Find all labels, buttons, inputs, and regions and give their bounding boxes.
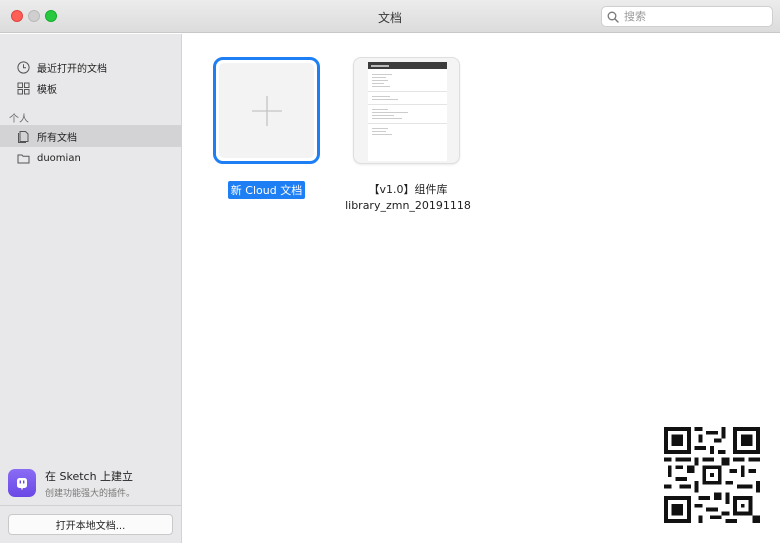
- sidebar-item-recent[interactable]: 最近打开的文档: [0, 56, 181, 78]
- document-title[interactable]: 【v1.0】组件库 library_zmn_20191118: [333, 182, 483, 214]
- qr-code-image: [664, 427, 760, 523]
- folder-icon: [16, 151, 30, 165]
- sidebar-divider: [0, 505, 181, 506]
- plus-icon: [251, 95, 282, 126]
- new-cloud-document-label[interactable]: 新 Cloud 文档: [227, 181, 306, 199]
- sidebar-item-label: 所有文档: [37, 132, 77, 144]
- sidebar-item-templates[interactable]: 模板: [0, 77, 181, 99]
- sidebar-item-duomian[interactable]: duomian: [0, 147, 181, 169]
- title-bar: 文档: [0, 0, 780, 33]
- search-input[interactable]: [624, 10, 764, 23]
- sidebar: 最近打开的文档 模板 个人 所有文档 duomian 在 Sketch 上建立 …: [0, 34, 182, 543]
- section-label-personal: 个人: [9, 114, 29, 125]
- clock-icon: [16, 60, 30, 74]
- document-thumbnail[interactable]: [353, 57, 460, 164]
- search-icon: [607, 11, 619, 23]
- sidebar-item-label: duomian: [37, 152, 81, 164]
- document-browser: 新 Cloud 文档 【v1.0】组件库 library_zmn_2019111…: [183, 34, 780, 543]
- document-title-line2: library_zmn_20191118: [345, 199, 471, 212]
- document-title-line1: 【v1.0】组件库: [368, 183, 448, 196]
- open-local-document-button[interactable]: 打开本地文档...: [8, 514, 173, 535]
- sidebar-item-label: 模板: [37, 84, 57, 96]
- document-preview: [368, 62, 447, 161]
- sidebar-item-all-documents[interactable]: 所有文档: [0, 125, 181, 147]
- new-cloud-document-card[interactable]: [213, 57, 320, 164]
- search-field[interactable]: [601, 6, 773, 27]
- documents-icon: [16, 129, 30, 143]
- sidebar-item-label: 最近打开的文档: [37, 63, 107, 75]
- plug-icon: [8, 469, 36, 497]
- template-grid-icon: [16, 81, 30, 95]
- promo-subtitle: 创建功能强大的插件。: [45, 488, 136, 499]
- promo-title: 在 Sketch 上建立: [45, 469, 134, 483]
- plugin-promo[interactable]: 在 Sketch 上建立 创建功能强大的插件。: [8, 468, 176, 499]
